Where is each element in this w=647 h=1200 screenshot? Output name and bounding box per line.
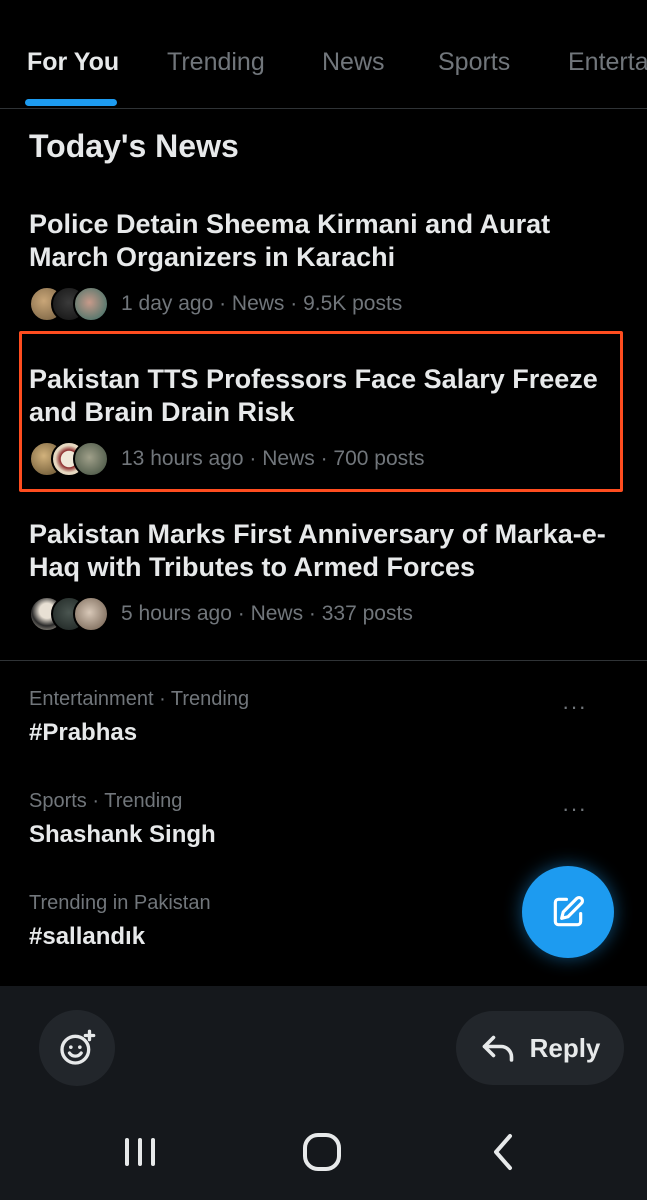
more-options-icon[interactable]: ··· [562, 796, 587, 822]
story-avatars [29, 286, 109, 322]
top-tab-bar: For You Trending News Sports Enterta [0, 0, 647, 109]
tab-entertainment[interactable]: Enterta [568, 48, 647, 77]
back-icon[interactable] [488, 1130, 518, 1174]
story-title: Pakistan TTS Professors Face Salary Free… [29, 364, 598, 427]
story-title: Pakistan Marks First Anniversary of Mark… [29, 519, 606, 582]
recent-apps-icon[interactable] [122, 1130, 158, 1174]
active-tab-indicator [25, 99, 117, 106]
story-meta: 13 hours ago · News · 700 posts [121, 447, 425, 470]
avatar [73, 286, 109, 322]
trend-name: #Prabhas [29, 719, 138, 746]
section-title: Today's News [29, 128, 239, 164]
reply-arrow-icon [482, 1035, 513, 1062]
compose-button[interactable] [522, 866, 614, 958]
compose-icon [553, 896, 584, 927]
trend-category: Entertainment · Trending [29, 688, 250, 710]
avatar [73, 441, 109, 477]
home-icon[interactable] [300, 1130, 344, 1174]
trend-item[interactable]: Sports · Trending Shashank Singh ··· [29, 790, 619, 849]
reply-button[interactable]: Reply [456, 1011, 624, 1085]
trend-name: Shashank Singh [29, 821, 216, 848]
news-story[interactable]: Pakistan TTS Professors Face Salary Free… [29, 363, 619, 477]
tab-sports[interactable]: Sports [438, 48, 510, 77]
more-options-icon[interactable]: ··· [562, 694, 587, 720]
tab-trending[interactable]: Trending [167, 48, 265, 77]
story-meta: 5 hours ago · News · 337 posts [121, 602, 413, 625]
story-title: Police Detain Sheema Kirmani and Aurat M… [29, 209, 551, 272]
section-divider [0, 660, 647, 661]
reply-label: Reply [529, 1032, 601, 1063]
news-story[interactable]: Police Detain Sheema Kirmani and Aurat M… [29, 208, 619, 322]
emoji-add-icon [60, 1029, 96, 1065]
tab-for-you[interactable]: For You [27, 48, 119, 77]
story-avatars [29, 441, 109, 477]
trend-category: Sports · Trending [29, 790, 183, 812]
tab-news[interactable]: News [322, 48, 385, 77]
story-meta: 1 day ago · News · 9.5K posts [121, 292, 403, 315]
news-story[interactable]: Pakistan Marks First Anniversary of Mark… [29, 518, 619, 632]
trend-item[interactable]: Entertainment · Trending #Prabhas ··· [29, 688, 619, 747]
emoji-button[interactable] [39, 1010, 115, 1086]
story-avatars [29, 596, 109, 632]
avatar [73, 596, 109, 632]
